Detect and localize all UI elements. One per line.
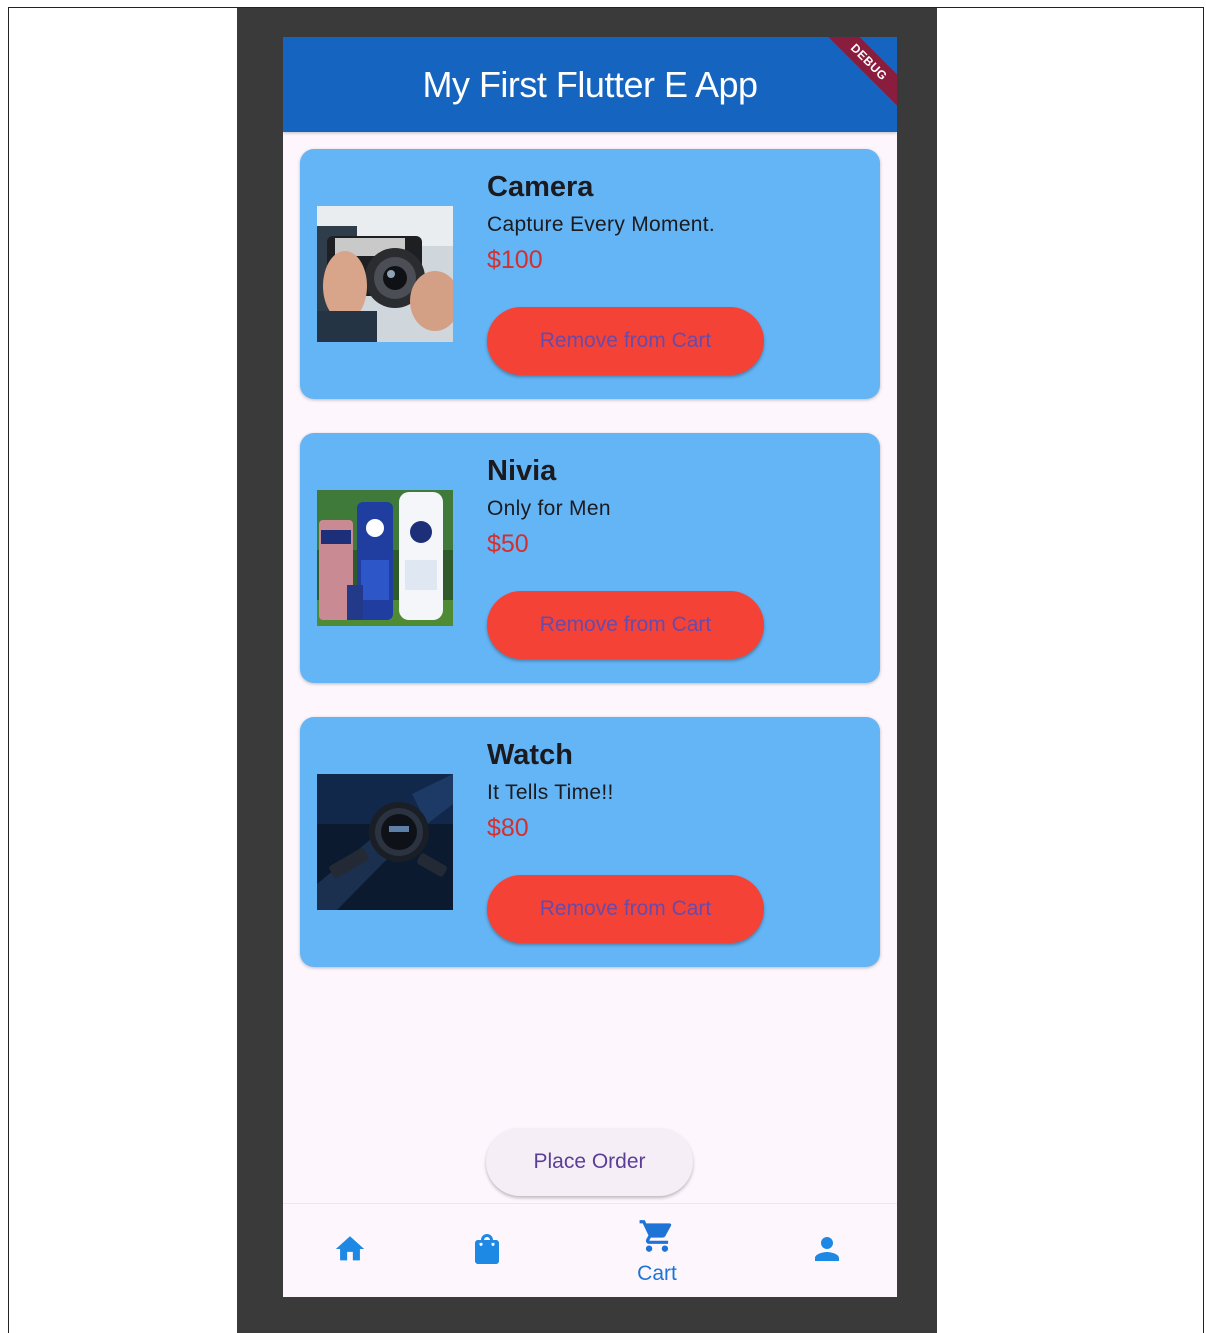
nav-item-profile[interactable] bbox=[777, 1204, 877, 1297]
product-image-watch bbox=[317, 774, 453, 910]
product-price: $50 bbox=[487, 530, 529, 558]
nav-item-shop[interactable] bbox=[437, 1204, 537, 1297]
product-description: Only for Men bbox=[487, 497, 611, 520]
product-name: Camera bbox=[487, 171, 594, 203]
person-icon bbox=[809, 1231, 845, 1272]
remove-from-cart-button[interactable]: Remove from Cart bbox=[487, 307, 764, 375]
card-info: Nivia Only for Men $50 bbox=[487, 453, 867, 559]
product-price: $100 bbox=[487, 246, 543, 274]
product-description: It Tells Time!! bbox=[487, 781, 614, 804]
remove-from-cart-button[interactable]: Remove from Cart bbox=[487, 591, 764, 659]
shopping-bag-icon bbox=[469, 1231, 505, 1272]
place-order-button[interactable]: Place Order bbox=[486, 1128, 693, 1196]
nav-item-cart[interactable]: Cart bbox=[607, 1204, 707, 1297]
product-image-camera bbox=[317, 206, 453, 342]
card-info: Camera Capture Every Moment. $100 bbox=[487, 169, 867, 275]
cart-item-card: Watch It Tells Time!! $80 Remove from Ca… bbox=[300, 717, 880, 967]
cart-icon bbox=[638, 1217, 676, 1260]
nav-label-cart: Cart bbox=[637, 1261, 677, 1285]
app-screen: My First Flutter E App DEBUG Camera Capt… bbox=[283, 37, 897, 1297]
home-icon bbox=[333, 1232, 367, 1271]
product-description: Capture Every Moment. bbox=[487, 213, 716, 236]
app-bar: My First Flutter E App DEBUG bbox=[283, 37, 897, 132]
product-image-nivia bbox=[317, 490, 453, 626]
remove-from-cart-button[interactable]: Remove from Cart bbox=[487, 875, 764, 943]
card-info: Watch It Tells Time!! $80 bbox=[487, 737, 867, 843]
device-frame: My First Flutter E App DEBUG Camera Capt… bbox=[237, 8, 937, 1333]
product-price: $80 bbox=[487, 814, 529, 842]
cart-item-card: Camera Capture Every Moment. $100 Remove… bbox=[300, 149, 880, 399]
cart-item-card: Nivia Only for Men $50 Remove from Cart bbox=[300, 433, 880, 683]
app-title: My First Flutter E App bbox=[422, 63, 758, 105]
debug-banner: DEBUG bbox=[815, 37, 897, 116]
product-name: Nivia bbox=[487, 455, 557, 487]
bottom-navigation-bar: Cart bbox=[283, 1203, 897, 1297]
product-name: Watch bbox=[487, 739, 573, 771]
nav-item-home[interactable] bbox=[300, 1204, 400, 1297]
